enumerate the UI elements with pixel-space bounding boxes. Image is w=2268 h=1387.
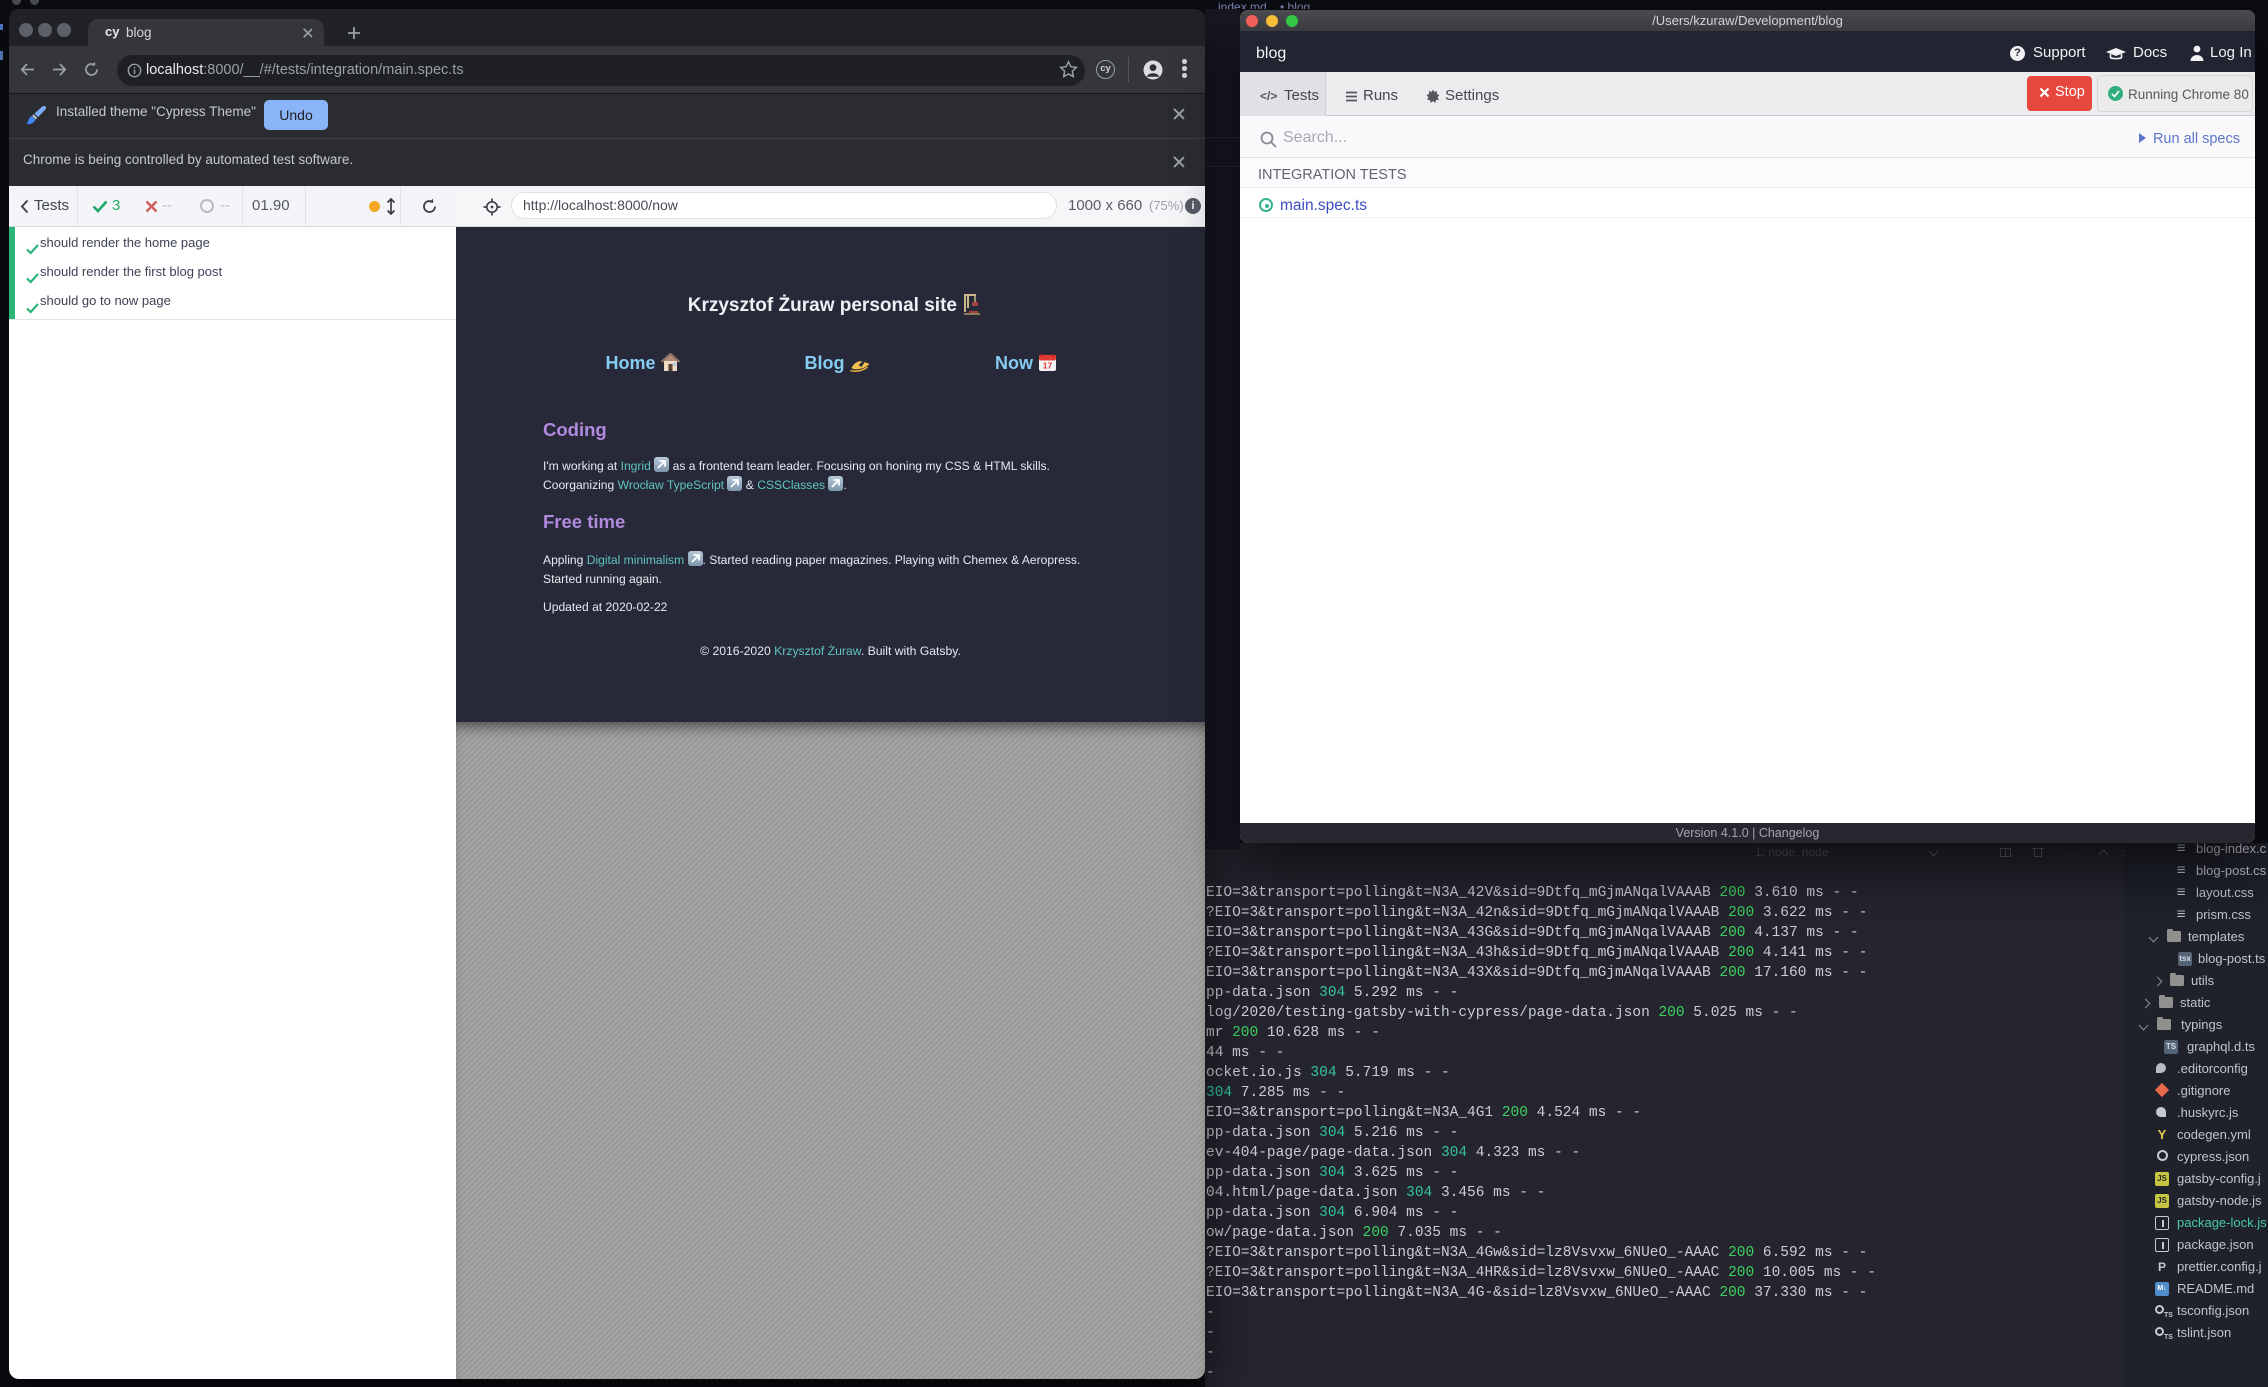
svg-text:17: 17 xyxy=(1043,361,1053,371)
